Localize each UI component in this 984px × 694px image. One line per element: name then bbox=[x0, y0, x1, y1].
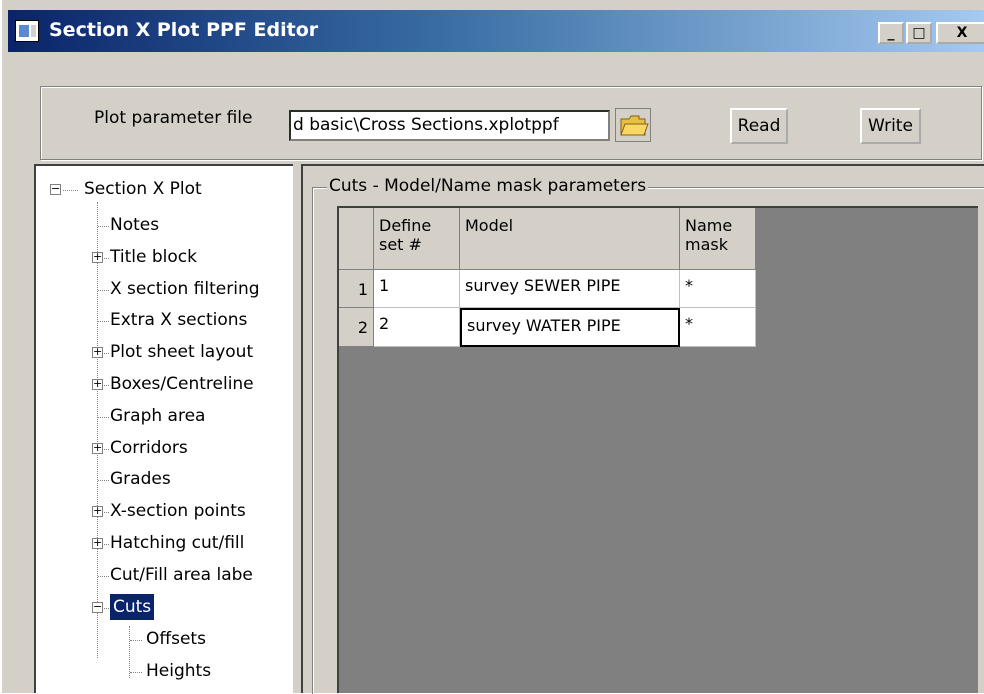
cuts-group-title: Cuts - Model/Name mask parameters bbox=[327, 176, 649, 196]
browse-button[interactable] bbox=[615, 108, 651, 142]
define-set-cell[interactable]: 1 bbox=[374, 270, 460, 308]
tree-line-main bbox=[97, 202, 98, 658]
tree-item-label: Heights bbox=[146, 661, 212, 681]
minimize-button[interactable]: _ bbox=[878, 22, 904, 44]
grid-corner[interactable] bbox=[339, 208, 374, 270]
cuts-grid[interactable]: Define set # Model Name mask 1 1 survey … bbox=[337, 206, 978, 693]
close-icon: X bbox=[956, 25, 968, 41]
model-cell[interactable]: survey SEWER PIPE bbox=[460, 270, 680, 308]
tree-item-label: X section filtering bbox=[110, 279, 260, 299]
tree-connector bbox=[104, 512, 109, 513]
tree-connector bbox=[104, 449, 109, 450]
tree-connector bbox=[98, 417, 109, 418]
tree-connector bbox=[104, 608, 109, 609]
column-header-define-set[interactable]: Define set # bbox=[374, 208, 460, 270]
tree-item-label: Offsets bbox=[146, 629, 206, 649]
tree-item-label: Notes bbox=[110, 215, 160, 235]
tree-line-cuts bbox=[129, 626, 130, 678]
app-icon bbox=[15, 20, 39, 42]
expand-icon[interactable]: + bbox=[92, 251, 103, 263]
tree-panel[interactable]: − Section X Plot Notes + Title block X sect… bbox=[34, 164, 293, 693]
read-button[interactable]: Read bbox=[730, 108, 788, 144]
expand-icon[interactable]: + bbox=[92, 442, 103, 454]
column-header-line: Define bbox=[379, 216, 432, 235]
collapse-icon[interactable]: − bbox=[92, 601, 103, 613]
tree-connector bbox=[130, 640, 142, 641]
column-header-line: mask bbox=[685, 235, 728, 254]
tree-item-label: Boxes/Centreline bbox=[110, 374, 254, 394]
minimize-icon: _ bbox=[887, 25, 895, 41]
close-button[interactable]: X bbox=[936, 22, 984, 44]
tree-connector bbox=[104, 258, 109, 259]
plot-parameter-file-input[interactable]: d basic\Cross Sections.xplotppf bbox=[289, 110, 610, 141]
collapse-icon[interactable]: − bbox=[50, 183, 61, 195]
define-set-cell[interactable]: 2 bbox=[374, 308, 460, 347]
expand-icon[interactable]: + bbox=[92, 505, 103, 517]
tree-connector bbox=[104, 385, 109, 386]
tree-connector bbox=[104, 544, 109, 545]
tree-item-label: Extra X sections bbox=[110, 310, 248, 330]
maximize-icon: □ bbox=[912, 25, 926, 41]
tree-connector bbox=[63, 190, 78, 191]
column-header-line: Model bbox=[465, 216, 514, 235]
column-header-line: set # bbox=[379, 235, 422, 254]
plot-parameter-file-label: Plot parameter file bbox=[94, 108, 253, 128]
tree-item-label: X-section points bbox=[110, 501, 246, 521]
window-title: Section X Plot PPF Editor bbox=[49, 19, 319, 41]
main-window: Section X Plot PPF Editor _ □ X Plot par… bbox=[0, 0, 984, 694]
tree-item-label: Grades bbox=[110, 469, 171, 489]
name-mask-cell[interactable]: * bbox=[680, 308, 756, 347]
tree-item-label: Graph area bbox=[110, 406, 206, 426]
column-header-model[interactable]: Model bbox=[460, 208, 680, 270]
row-header[interactable]: 1 bbox=[339, 270, 374, 308]
row-header[interactable]: 2 bbox=[339, 308, 374, 347]
tree-connector bbox=[104, 353, 109, 354]
tree-connector bbox=[98, 226, 109, 227]
tree-item-label: Hatching cut/fill bbox=[110, 533, 245, 553]
write-button[interactable]: Write bbox=[860, 108, 921, 144]
expand-icon[interactable]: + bbox=[92, 378, 103, 390]
tree-connector bbox=[98, 290, 109, 291]
tree-connector bbox=[130, 672, 142, 673]
tree-item-label: Cuts bbox=[110, 594, 155, 620]
column-header-line: Name bbox=[685, 216, 733, 235]
expand-icon[interactable]: + bbox=[92, 537, 103, 549]
maximize-button[interactable]: □ bbox=[906, 22, 932, 44]
folder-icon bbox=[620, 115, 649, 136]
tree-connector bbox=[98, 480, 109, 481]
name-mask-cell[interactable]: * bbox=[680, 270, 756, 308]
tree-item-label: Plot sheet layout bbox=[110, 342, 254, 362]
tree-connector bbox=[98, 576, 109, 577]
model-cell[interactable]: survey WATER PIPE bbox=[460, 308, 680, 347]
title-bar[interactable]: Section X Plot PPF Editor _ □ X bbox=[8, 10, 984, 52]
tree-item-label: Corridors bbox=[110, 438, 188, 458]
tree-item-label: Cut/Fill area labe bbox=[110, 565, 253, 585]
tree-connector bbox=[98, 321, 109, 322]
expand-icon[interactable]: + bbox=[92, 346, 103, 358]
column-header-name-mask[interactable]: Name mask bbox=[680, 208, 756, 270]
tree-item-label: Section X Plot bbox=[84, 179, 202, 199]
tree-item-label: Title block bbox=[110, 247, 197, 267]
